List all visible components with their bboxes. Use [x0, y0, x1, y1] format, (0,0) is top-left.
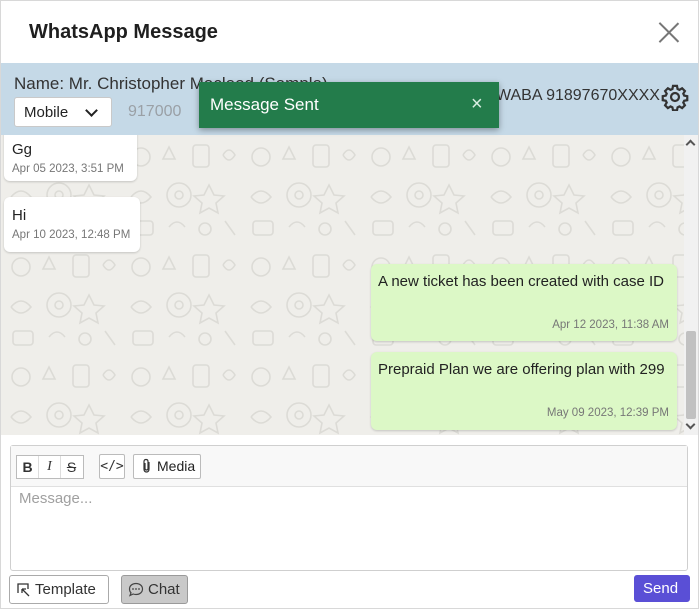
template-label: Template	[35, 581, 96, 598]
chat-bubble-icon	[128, 582, 144, 597]
code-button[interactable]: </>	[99, 454, 125, 479]
italic-button[interactable]: I	[39, 456, 61, 478]
phone-type-value: Mobile	[24, 104, 69, 121]
message-bubble-outgoing: A new ticket has been created with case …	[371, 264, 677, 341]
template-button[interactable]: Template	[9, 575, 109, 604]
close-icon[interactable]	[657, 21, 681, 45]
strikethrough-button[interactable]: S	[61, 456, 82, 478]
toast-message: Message Sent	[210, 95, 319, 114]
gear-icon[interactable]	[661, 83, 689, 111]
dialog-title: WhatsApp Message	[29, 21, 218, 43]
message-time: May 09 2023, 12:39 PM	[546, 407, 669, 419]
scroll-thumb[interactable]	[686, 331, 696, 419]
whatsapp-message-dialog: WhatsApp Message Name: Mr. Christopher M…	[0, 0, 699, 609]
formatting-toolbar: B I S </> Media	[11, 446, 687, 487]
message-text: Gg	[12, 141, 33, 158]
scroll-down-icon[interactable]	[685, 419, 696, 430]
toast-close-icon[interactable]: ×	[471, 93, 483, 116]
waba-number: WABA 91897670XXXX	[496, 87, 660, 104]
message-composer: B I S </> Media	[10, 445, 688, 571]
phone-number: 917000	[128, 103, 182, 120]
chat-history[interactable]: Gg Apr 05 2023, 3:51 PM Hi Apr 10 2023, …	[1, 135, 684, 435]
message-bubble-incoming: Gg Apr 05 2023, 3:51 PM	[4, 135, 137, 181]
text-format-group: B I S	[16, 455, 84, 479]
chat-button[interactable]: Chat	[121, 575, 188, 604]
message-text: A new ticket has been created with case …	[378, 273, 664, 290]
chat-scrollbar[interactable]	[684, 135, 698, 435]
message-time: Apr 12 2023, 11:38 AM	[552, 319, 669, 331]
message-time: Apr 10 2023, 12:48 PM	[12, 229, 131, 241]
send-label: Send	[643, 580, 679, 597]
dialog-header: WhatsApp Message	[1, 1, 698, 63]
message-bubble-outgoing: Prepraid Plan we are offering plan with …	[371, 352, 677, 430]
message-text: Hi	[12, 207, 27, 224]
template-icon	[17, 583, 30, 597]
message-sent-toast: Message Sent ×	[199, 82, 499, 128]
phone-type-select[interactable]: Mobile	[14, 97, 112, 127]
message-input[interactable]	[19, 490, 679, 560]
chat-label: Chat	[148, 581, 180, 598]
message-bubble-incoming: Hi Apr 10 2023, 12:48 PM	[4, 197, 140, 252]
media-label: Media	[157, 458, 196, 474]
media-button[interactable]: Media	[133, 454, 201, 479]
scroll-up-icon[interactable]	[685, 139, 696, 150]
message-time: Apr 05 2023, 3:51 PM	[12, 163, 124, 175]
bold-button[interactable]: B	[17, 456, 39, 478]
chevron-down-icon	[85, 104, 98, 117]
message-text: Prepraid Plan we are offering plan with …	[378, 361, 665, 378]
send-button[interactable]: Send	[634, 575, 690, 602]
paperclip-icon	[143, 458, 150, 473]
